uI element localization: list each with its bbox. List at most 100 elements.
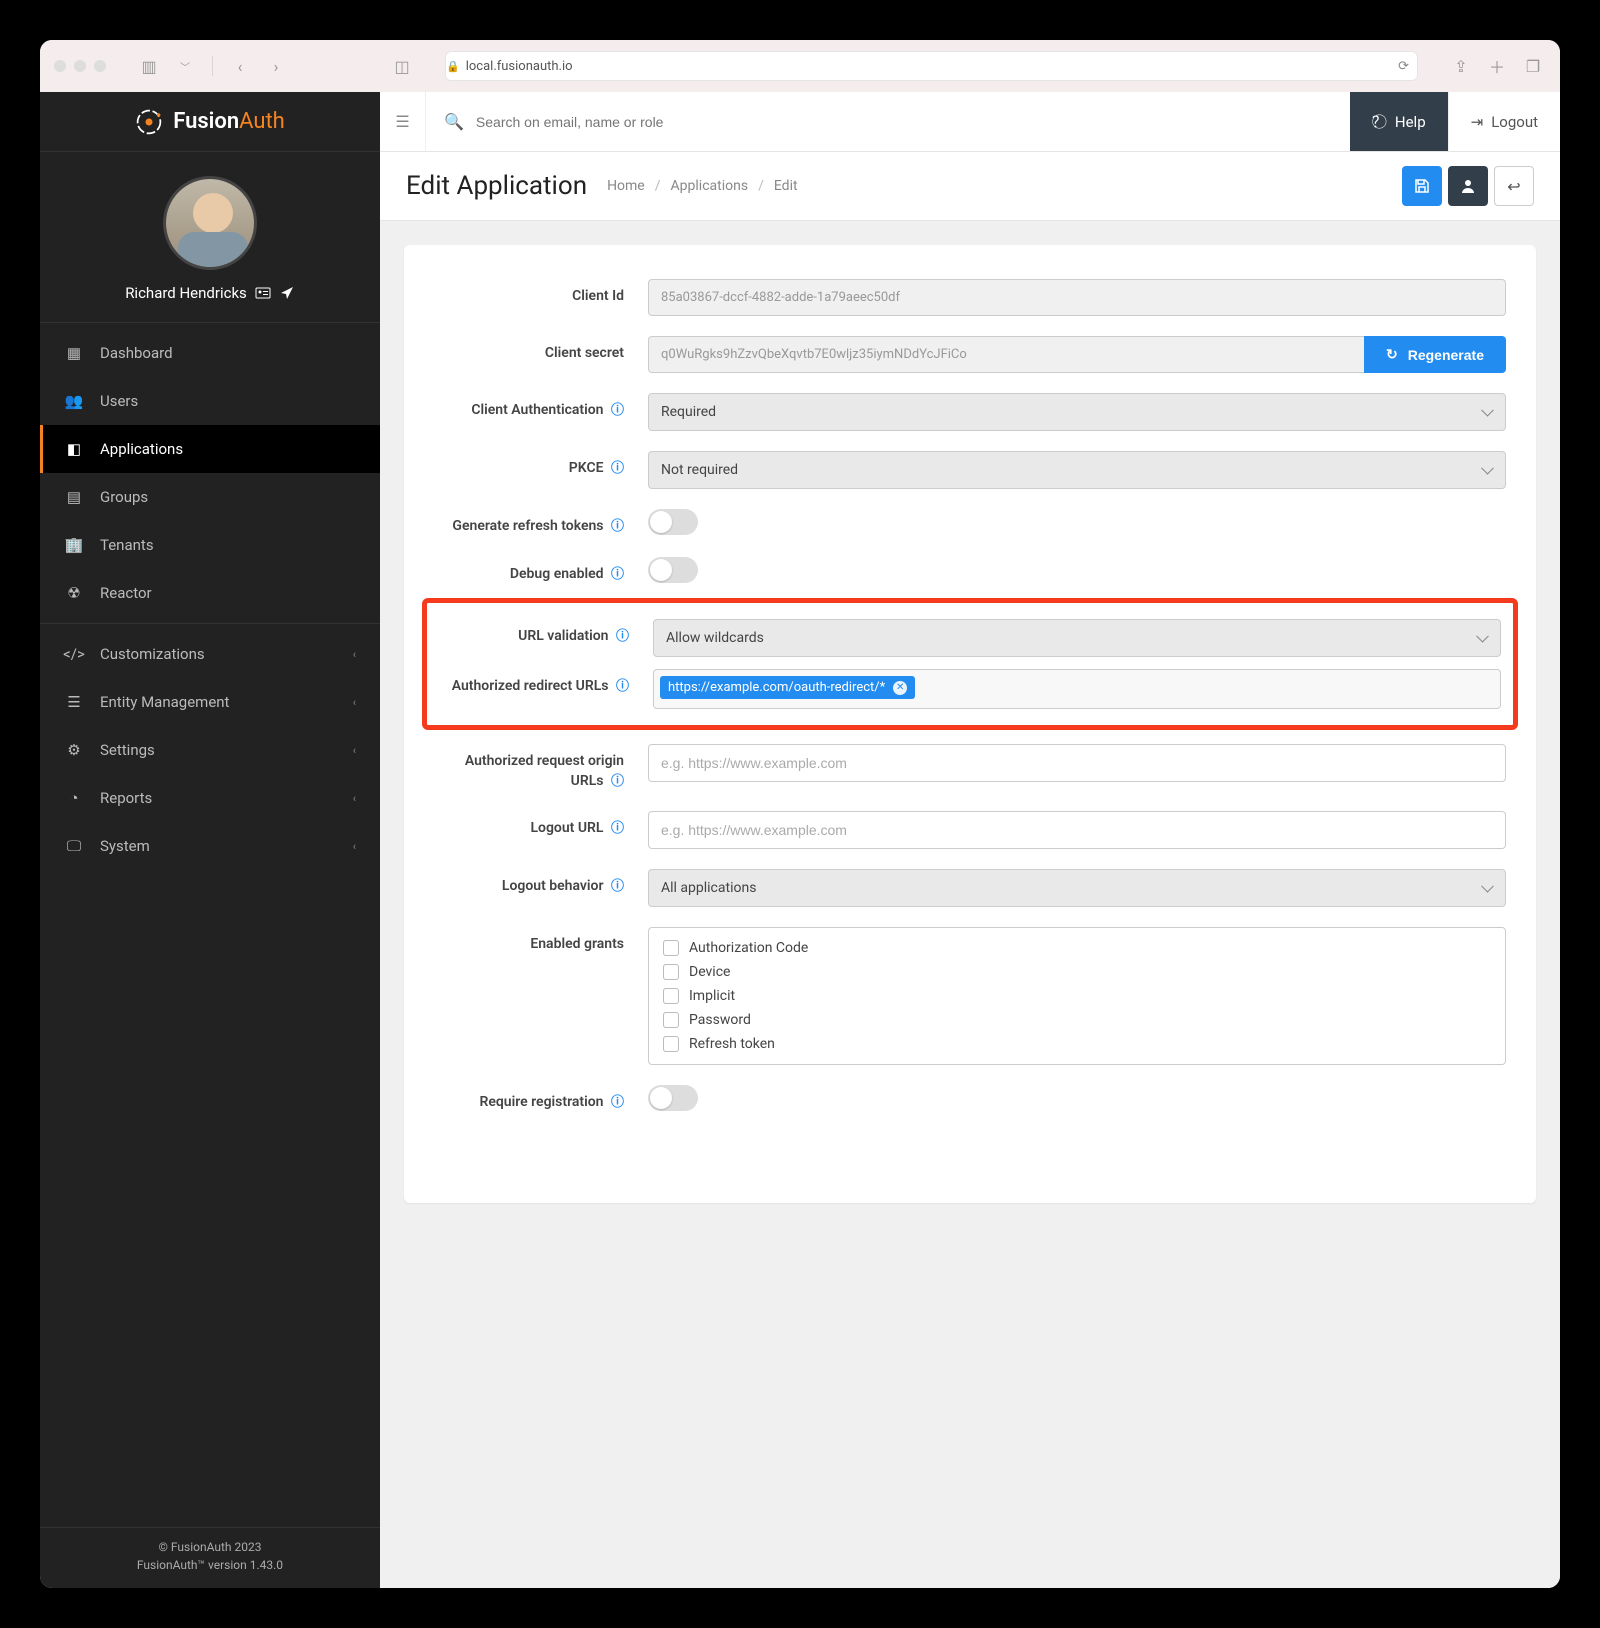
grant-label: Device — [689, 964, 730, 980]
row-logout-url: Logout URL ⓘ — [434, 801, 1506, 859]
brand-logo: FusionAuth — [40, 92, 380, 152]
label-redirect-urls: Authorized redirect URLs ⓘ — [439, 669, 629, 697]
sidebar-toggle-icon[interactable]: ▥ — [136, 53, 162, 79]
shield-icon[interactable]: ◫ — [389, 53, 415, 79]
chevron-left-icon: ‹ — [353, 648, 356, 661]
info-icon[interactable]: ⓘ — [611, 774, 624, 789]
row-client-secret: Client secret ↻ Regenerate — [434, 326, 1506, 383]
redirect-urls-field[interactable]: https://example.com/oauth-redirect/* ✕ — [653, 669, 1501, 709]
logout-button[interactable]: ⇥ Logout — [1448, 92, 1560, 151]
save-icon — [1414, 178, 1430, 194]
refresh-tokens-toggle[interactable] — [648, 509, 698, 535]
monitor-icon: 🖵 — [64, 836, 84, 856]
user-icon — [1460, 178, 1476, 194]
checkbox[interactable] — [663, 1012, 679, 1028]
chevron-down-icon[interactable]: ﹀ — [172, 53, 198, 79]
grant-item[interactable]: Implicit — [663, 984, 1491, 1008]
nav-settings[interactable]: ⚙ Settings ‹ — [40, 726, 380, 774]
user-button[interactable] — [1448, 166, 1488, 206]
close-traffic-light[interactable] — [54, 60, 66, 72]
pkce-select[interactable]: Not required — [648, 451, 1506, 489]
checkbox[interactable] — [663, 1036, 679, 1052]
help-button[interactable]: ？⃝ Help — [1350, 92, 1448, 151]
info-icon[interactable]: ⓘ — [611, 821, 624, 836]
location-arrow-icon[interactable] — [279, 285, 295, 301]
crumb-home[interactable]: Home — [607, 178, 645, 194]
regenerate-button[interactable]: ↻ Regenerate — [1364, 336, 1506, 373]
require-registration-toggle[interactable] — [648, 1085, 698, 1111]
profile-name: Richard Hendricks — [125, 284, 295, 302]
brand-name: FusionAuth — [173, 109, 285, 134]
nav-tenants[interactable]: 🏢 Tenants — [40, 521, 380, 569]
id-card-icon[interactable] — [255, 285, 271, 301]
row-require-registration: Require registration ⓘ — [434, 1075, 1506, 1123]
nav-label: Dashboard — [100, 344, 173, 362]
crumb-applications[interactable]: Applications — [671, 178, 749, 194]
nav-label: Reactor — [100, 584, 152, 602]
info-icon[interactable]: ⓘ — [611, 879, 624, 894]
info-icon[interactable]: ⓘ — [616, 629, 629, 644]
logout-url-field[interactable] — [648, 811, 1506, 849]
label-logout-behavior: Logout behavior ⓘ — [434, 869, 624, 897]
info-icon[interactable]: ⓘ — [611, 403, 624, 418]
nav-customizations[interactable]: </> Customizations ‹ — [40, 630, 380, 678]
label-origin-urls: Authorized request origin URLs ⓘ — [434, 744, 624, 791]
logout-behavior-select[interactable]: All applications — [648, 869, 1506, 907]
zoom-traffic-light[interactable] — [94, 60, 106, 72]
refresh-icon[interactable]: ⟳ — [1398, 59, 1409, 74]
nav-groups[interactable]: ▤ Groups — [40, 473, 380, 521]
nav-system[interactable]: 🖵 System ‹ — [40, 822, 380, 870]
row-redirect-urls: Authorized redirect URLs ⓘ https://examp… — [439, 663, 1501, 715]
checkbox[interactable] — [663, 964, 679, 980]
info-icon[interactable]: ⓘ — [611, 1095, 624, 1110]
tag-remove-icon[interactable]: ✕ — [893, 681, 907, 695]
back-icon[interactable]: ‹ — [227, 53, 253, 79]
checkbox[interactable] — [663, 940, 679, 956]
client-id-field[interactable] — [648, 279, 1506, 316]
tabs-icon[interactable]: ❐ — [1520, 53, 1546, 79]
info-icon[interactable]: ⓘ — [611, 461, 624, 476]
debug-toggle[interactable] — [648, 557, 698, 583]
minimize-traffic-light[interactable] — [74, 60, 86, 72]
back-button[interactable]: ↩ — [1494, 166, 1534, 206]
nav-reports[interactable]: ◔ Reports ‹ — [40, 774, 380, 822]
checkbox[interactable] — [663, 988, 679, 1004]
info-icon[interactable]: ⓘ — [611, 519, 624, 534]
label-debug: Debug enabled ⓘ — [434, 557, 624, 585]
save-button[interactable] — [1402, 166, 1442, 206]
nav-dashboard[interactable]: ▦ Dashboard — [40, 329, 380, 377]
menu-toggle-icon[interactable]: ☰ — [380, 92, 426, 151]
nav-reactor[interactable]: ☢ Reactor — [40, 569, 380, 617]
new-tab-icon[interactable]: ＋ — [1484, 53, 1510, 79]
nav-users[interactable]: 👥 Users — [40, 377, 380, 425]
nav-entity-management[interactable]: ☰ Entity Management ‹ — [40, 678, 380, 726]
divider — [40, 623, 380, 624]
origin-urls-field[interactable] — [648, 744, 1506, 782]
url-validation-select[interactable]: Allow wildcards — [653, 619, 1501, 657]
info-icon[interactable]: ⓘ — [611, 567, 624, 582]
label-client-id: Client Id — [434, 279, 624, 307]
avatar[interactable] — [163, 176, 257, 270]
nav-applications[interactable]: ◧ Applications — [40, 425, 380, 473]
return-icon: ↩ — [1507, 177, 1520, 196]
grant-item[interactable]: Authorization Code — [663, 936, 1491, 960]
share-icon[interactable]: ⇪ — [1448, 53, 1474, 79]
profile-block: Richard Hendricks — [40, 152, 380, 323]
url-bar[interactable]: 🔒 local.fusionauth.io ⟳ — [445, 51, 1418, 81]
grant-item[interactable]: Password — [663, 1008, 1491, 1032]
crumb-sep: / — [758, 178, 764, 194]
client-secret-field[interactable] — [648, 336, 1364, 373]
sidebar-footer: © FusionAuth 2023 FusionAuth™ version 1.… — [40, 1527, 380, 1588]
code-icon: </> — [64, 644, 84, 664]
forward-icon[interactable]: › — [263, 53, 289, 79]
grant-item[interactable]: Refresh token — [663, 1032, 1491, 1056]
cube-icon: ◧ — [64, 439, 84, 459]
search-input[interactable] — [476, 114, 1332, 130]
row-logout-behavior: Logout behavior ⓘ All applications — [434, 859, 1506, 917]
nav-label: System — [100, 837, 150, 855]
client-auth-select[interactable]: Required — [648, 393, 1506, 431]
help-icon: ？⃝ — [1372, 111, 1387, 132]
grant-item[interactable]: Device — [663, 960, 1491, 984]
info-icon[interactable]: ⓘ — [616, 679, 629, 694]
chevron-left-icon: ‹ — [353, 696, 356, 709]
